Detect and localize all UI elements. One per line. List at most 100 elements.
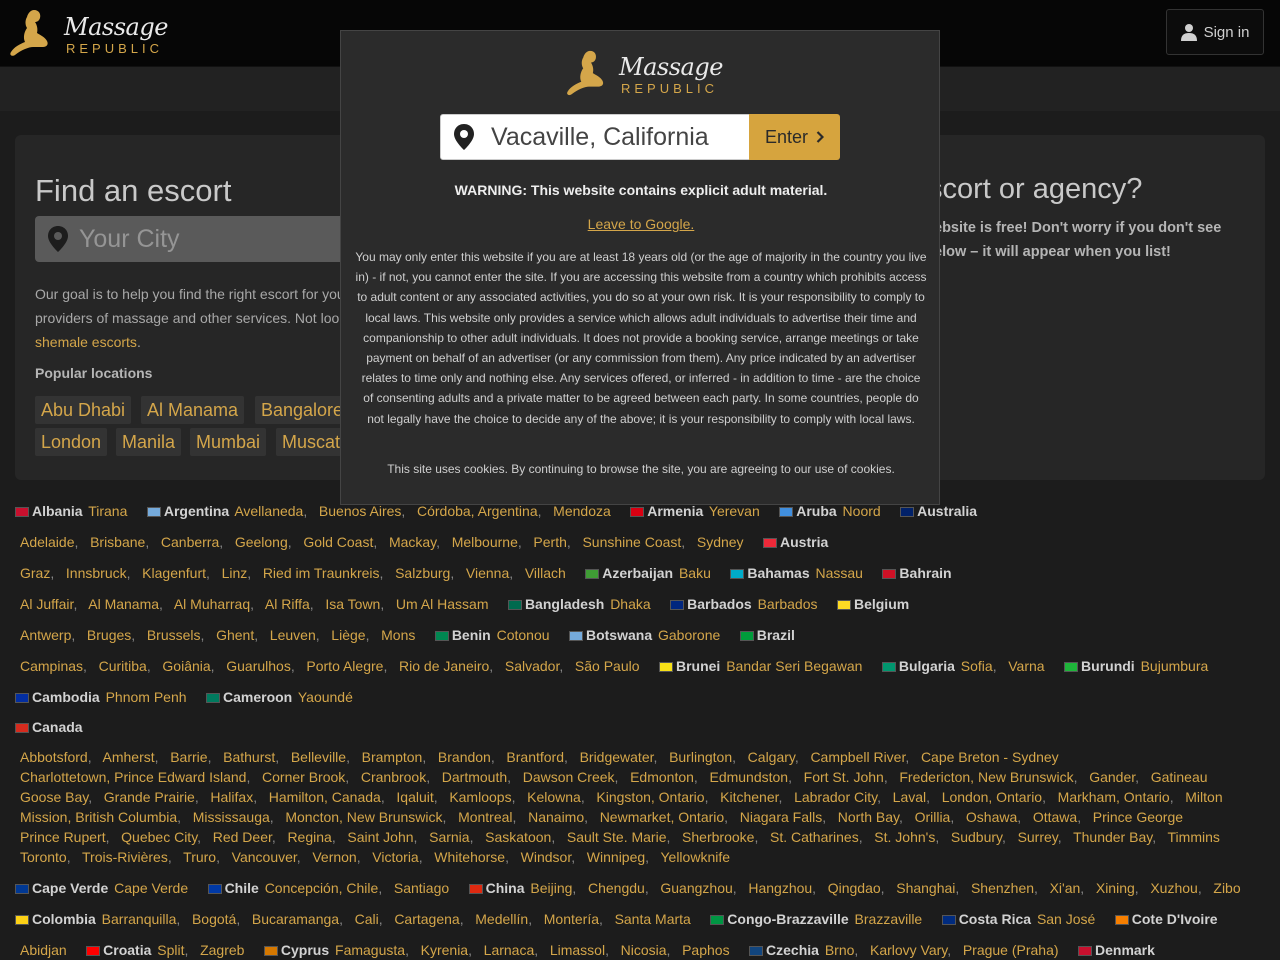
city-link[interactable]: Halifax [210,789,253,805]
city-link[interactable]: Medellín [475,911,528,927]
city-link[interactable]: Karlovy Vary [870,942,947,958]
city-link[interactable]: Orillia [915,809,951,825]
city-link[interactable]: Moncton, New Brunswick [285,809,442,825]
city-link[interactable]: Barbados [758,596,818,612]
city-link[interactable]: Buenos Aires [319,503,402,519]
city-link[interactable]: San José [1037,911,1095,927]
popular-location-chip[interactable]: Manila [116,428,182,456]
country-link[interactable]: Austria [780,534,828,550]
city-link[interactable]: Al Manama [88,596,159,612]
city-link[interactable]: Mendoza [553,503,611,519]
city-link[interactable]: Porto Alegre [306,658,383,674]
country-link[interactable]: Croatia [103,942,151,958]
city-link[interactable]: Bogotá [192,911,236,927]
site-logo[interactable]: Massage REPUBLIC [4,6,168,64]
city-link[interactable]: Whitehorse [434,849,505,865]
city-link[interactable]: Leuven [270,627,316,643]
city-link[interactable]: Surrey [1018,829,1058,845]
modal-city-input[interactable] [489,121,743,153]
city-link[interactable]: Goiânia [162,658,210,674]
city-link[interactable]: Salvador [505,658,559,674]
country-link[interactable]: Brazil [757,627,795,643]
country-link[interactable]: Denmark [1095,942,1155,958]
city-link[interactable]: Ried im Traunkreis [263,565,380,581]
city-link[interactable]: Edmundston [709,769,788,785]
city-link[interactable]: Qingdao [828,880,881,896]
city-link[interactable]: Bujumbura [1141,658,1209,674]
city-link[interactable]: Kelowna [527,789,581,805]
city-link[interactable]: Regina [287,829,331,845]
city-link[interactable]: Brussels [147,627,201,643]
city-link[interactable]: Isa Town [325,596,380,612]
city-search-field[interactable] [35,216,365,262]
city-link[interactable]: Salzburg [395,565,450,581]
city-link[interactable]: Calgary [748,749,795,765]
city-link[interactable]: Nicosia [621,942,667,958]
city-link[interactable]: Bathurst [223,749,275,765]
city-link[interactable]: Fort St. John [804,769,884,785]
city-link[interactable]: Varna [1008,658,1044,674]
country-link[interactable]: Canada [32,719,83,735]
city-link[interactable]: Chengdu [588,880,645,896]
city-link[interactable]: Yellowknife [660,849,730,865]
city-link[interactable]: Limassol [550,942,605,958]
sign-in-button[interactable]: Sign in [1166,9,1264,55]
city-link[interactable]: Al Juffair [20,596,73,612]
country-link[interactable]: Costa Rica [959,911,1031,927]
city-link[interactable]: Zagreb [200,942,244,958]
country-link[interactable]: Colombia [32,911,96,927]
city-link[interactable]: St. John's [874,829,935,845]
city-link[interactable]: São Paulo [575,658,640,674]
city-link[interactable]: Al Riffa [265,596,310,612]
city-link[interactable]: Liège [331,627,365,643]
city-link[interactable]: Split [157,942,184,958]
city-link[interactable]: Prince Rupert [20,829,106,845]
city-link[interactable]: Cartagena [394,911,459,927]
popular-location-chip[interactable]: London [35,428,108,456]
city-link[interactable]: Montería [544,911,599,927]
city-link[interactable]: Cali [355,911,379,927]
city-link[interactable]: Sofia [961,658,993,674]
modal-city-field[interactable] [440,114,750,160]
city-link[interactable]: Goose Bay [20,789,88,805]
city-link[interactable]: Mons [381,627,415,643]
city-link[interactable]: Oshawa [966,809,1017,825]
city-link[interactable]: Canberra [161,534,219,550]
city-link[interactable]: Burlington [669,749,732,765]
city-link[interactable]: Toronto [20,849,67,865]
city-link[interactable]: Shanghai [896,880,955,896]
city-link[interactable]: Brazzaville [855,911,923,927]
city-link[interactable]: Markham, Ontario [1058,789,1170,805]
city-link[interactable]: Ghent [216,627,254,643]
city-link[interactable]: Baku [679,565,711,581]
city-link[interactable]: Rio de Janeiro [399,658,489,674]
city-search-input[interactable] [77,223,341,255]
shemale-escorts-link[interactable]: shemale escorts [35,334,137,350]
city-link[interactable]: Dawson Creek [523,769,615,785]
city-link[interactable]: Nassau [816,565,863,581]
city-link[interactable]: Gold Coast [303,534,373,550]
city-link[interactable]: Xining [1096,880,1135,896]
city-link[interactable]: Kyrenia [421,942,468,958]
city-link[interactable]: Bandar Seri Begawan [726,658,862,674]
city-link[interactable]: Melbourne [452,534,518,550]
city-link[interactable]: Sault Ste. Marie [567,829,667,845]
city-link[interactable]: Famagusta [335,942,405,958]
city-link[interactable]: Cotonou [497,627,550,643]
city-link[interactable]: North Bay [838,809,899,825]
city-link[interactable]: Cape Verde [114,880,188,896]
city-link[interactable]: Kitchener [720,789,778,805]
city-link[interactable]: Timmins [1168,829,1220,845]
city-link[interactable]: Campinas [20,658,83,674]
city-link[interactable]: Antwerp [20,627,71,643]
city-link[interactable]: Sudbury [951,829,1002,845]
country-link[interactable]: Cameroon [223,689,292,705]
city-link[interactable]: Windsor [521,849,572,865]
country-link[interactable]: Armenia [647,503,703,519]
city-link[interactable]: Prague (Praha) [963,942,1059,958]
city-link[interactable]: Vienna [466,565,509,581]
city-link[interactable]: Brisbane [90,534,145,550]
city-link[interactable]: Corner Brook [262,769,345,785]
city-link[interactable]: Quebec City [121,829,197,845]
country-link[interactable]: Aruba [796,503,836,519]
